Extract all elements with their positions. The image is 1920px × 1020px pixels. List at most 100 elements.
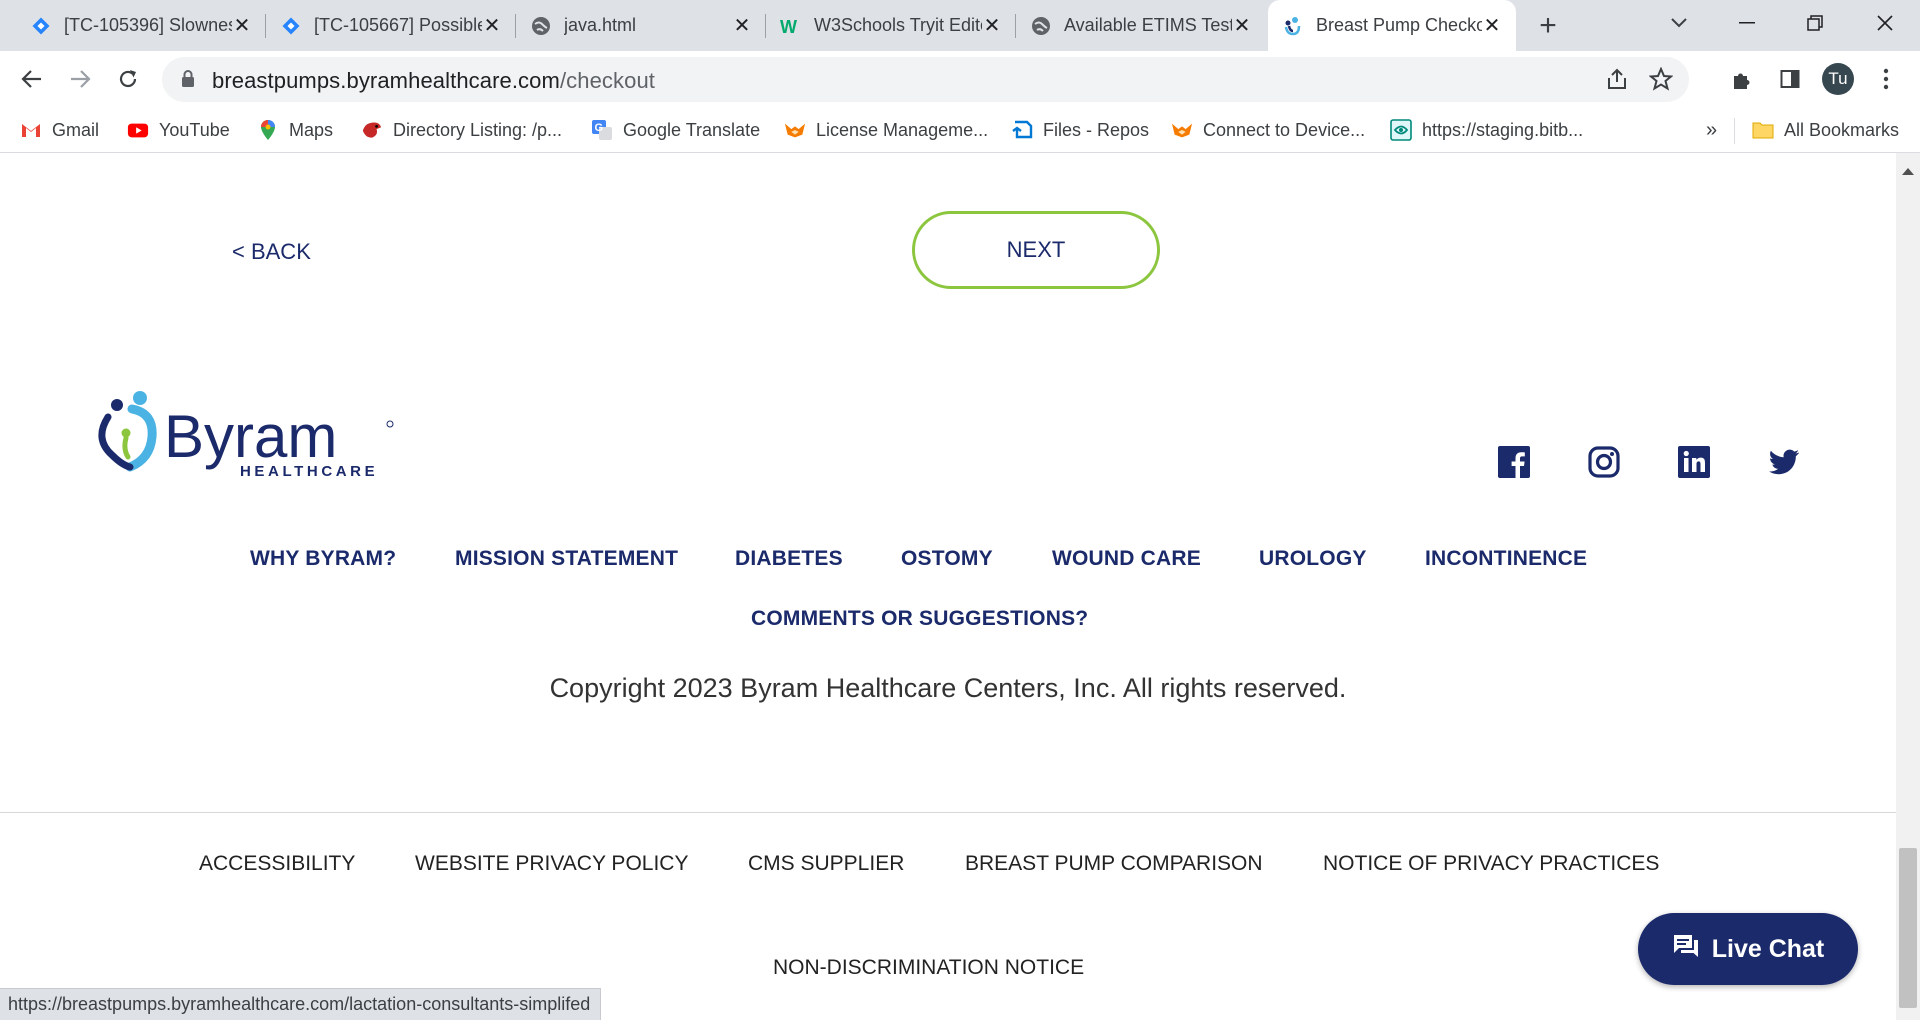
- close-tab-icon[interactable]: ✕: [732, 13, 752, 38]
- tab-breast-pump-checkout[interactable]: Breast Pump Checkout ✕: [1268, 0, 1516, 51]
- facebook-icon[interactable]: [1498, 446, 1530, 478]
- close-tab-icon[interactable]: ✕: [482, 13, 502, 38]
- page-content: < BACK NEXT Byram HEALTHCARE WHY BYRAM? …: [0, 153, 1896, 1020]
- legal-link-notice-of-privacy-practices[interactable]: NOTICE OF PRIVACY PRACTICES: [1323, 852, 1659, 876]
- close-window-icon[interactable]: [1852, 0, 1918, 46]
- tab-search-icon[interactable]: [1646, 0, 1712, 46]
- tab-title: W3Schools Tryit Editor: [814, 15, 982, 35]
- tab-jira-2[interactable]: [TC-105667] Possible ✕: [266, 0, 516, 51]
- restore-icon[interactable]: [1782, 0, 1848, 46]
- bookmark-staging-bitbucket[interactable]: https://staging.bitb...: [1390, 114, 1583, 146]
- url-path: /checkout: [559, 68, 656, 93]
- bookmark-label: Connect to Device...: [1203, 119, 1366, 140]
- bookmark-gmail[interactable]: Gmail: [20, 114, 99, 146]
- minimize-icon[interactable]: [1714, 0, 1780, 46]
- tab-jira-1[interactable]: [TC-105396] Slowness ✕: [16, 0, 266, 51]
- share-icon[interactable]: [1605, 68, 1629, 95]
- legal-link-non-discrimination-notice[interactable]: NON-DISCRIMINATION NOTICE: [773, 956, 1084, 980]
- svg-text:G: G: [595, 122, 604, 134]
- profile-initials: Tu: [1822, 63, 1854, 95]
- bookmark-connect-to-device[interactable]: Connect to Device...: [1171, 114, 1365, 146]
- tab-java-html[interactable]: java.html ✕: [516, 0, 766, 51]
- bookmark-directory-listing[interactable]: Directory Listing: /p...: [361, 114, 562, 146]
- legal-link-breast-pump-comparison[interactable]: BREAST PUMP COMPARISON: [965, 852, 1263, 876]
- menu-kebab-icon[interactable]: [1868, 61, 1904, 97]
- close-tab-icon[interactable]: ✕: [1232, 13, 1252, 38]
- bookmark-google-translate[interactable]: G Google Translate: [591, 114, 760, 146]
- logo-subtitle: HEALTHCARE: [240, 463, 378, 479]
- bookmark-label: Directory Listing: /p...: [393, 119, 563, 140]
- forward-arrow-icon[interactable]: [62, 61, 98, 97]
- all-bookmarks-button[interactable]: All Bookmarks: [1752, 114, 1899, 146]
- close-tab-icon[interactable]: ✕: [1482, 13, 1502, 38]
- page-scrollbar[interactable]: [1896, 153, 1920, 1020]
- profile-avatar[interactable]: Tu: [1820, 61, 1856, 97]
- extensions-icon[interactable]: [1724, 61, 1760, 97]
- url-domain: breastpumps.byramhealthcare.com: [212, 68, 560, 93]
- footer-link-incontinence[interactable]: INCONTINENCE: [1425, 547, 1587, 571]
- live-chat-button[interactable]: Live Chat: [1638, 913, 1858, 985]
- tab-title: java.html: [564, 15, 637, 35]
- byram-icon: [1282, 15, 1304, 37]
- status-bar-url: https://breastpumps.byramhealthcare.com/…: [0, 988, 602, 1020]
- lock-icon[interactable]: [180, 69, 196, 94]
- live-chat-label: Live Chat: [1711, 934, 1825, 963]
- footer-link-diabetes[interactable]: DIABETES: [735, 547, 843, 571]
- address-bar[interactable]: breastpumps.byramhealthcare.com/checkout: [162, 57, 1689, 102]
- bookmark-youtube[interactable]: YouTube: [127, 114, 230, 146]
- byram-healthcare-logo[interactable]: Byram HEALTHCARE: [92, 389, 402, 480]
- scrollbar-thumb[interactable]: [1899, 848, 1917, 1008]
- linkedin-icon[interactable]: [1678, 446, 1710, 478]
- scroll-up-arrow-icon[interactable]: [1902, 162, 1914, 180]
- azure-repos-icon: [1011, 119, 1033, 141]
- bookmarks-overflow-button[interactable]: »: [1706, 114, 1717, 146]
- bookmark-label: YouTube: [159, 119, 230, 140]
- bookmark-label: Maps: [289, 119, 334, 140]
- bookmark-files-repos[interactable]: Files - Repos: [1011, 114, 1149, 146]
- jira-icon: [280, 15, 302, 37]
- bookmarks-bar: Gmail YouTube Maps Directory Listing: /p…: [0, 108, 1920, 153]
- twitter-icon[interactable]: [1768, 446, 1800, 478]
- next-button[interactable]: NEXT: [912, 211, 1160, 289]
- footer-link-mission-statement[interactable]: MISSION STATEMENT: [455, 547, 678, 571]
- bookmark-license-management[interactable]: License Manageme...: [784, 114, 988, 146]
- bitbucket-icon: [1390, 119, 1412, 141]
- globe-icon: [1030, 15, 1052, 37]
- reload-icon[interactable]: [110, 61, 146, 97]
- legal-link-accessibility[interactable]: ACCESSIBILITY: [199, 852, 355, 876]
- back-button[interactable]: < BACK: [232, 239, 311, 265]
- instagram-icon[interactable]: [1588, 446, 1620, 478]
- bookmark-label: All Bookmarks: [1784, 119, 1900, 140]
- bookmark-label: Gmail: [52, 119, 100, 140]
- footer-link-comments-suggestions[interactable]: COMMENTS OR SUGGESTIONS?: [751, 607, 1088, 631]
- bookmark-label: https://staging.bitb...: [1422, 119, 1584, 140]
- folder-icon: [1752, 119, 1774, 141]
- logo-wordmark: Byram: [164, 403, 337, 470]
- footer-link-why-byram[interactable]: WHY BYRAM?: [250, 547, 396, 571]
- globe-icon: [530, 15, 552, 37]
- legal-link-cms-supplier[interactable]: CMS SUPPLIER: [748, 852, 904, 876]
- gmail-icon: [20, 119, 42, 141]
- bookmark-label: Google Translate: [623, 119, 761, 140]
- youtube-icon: [127, 119, 149, 141]
- bookmark-label: Files - Repos: [1043, 119, 1150, 140]
- fox-icon: [784, 119, 806, 141]
- bookmark-label: License Manageme...: [816, 119, 989, 140]
- footer-link-urology[interactable]: UROLOGY: [1259, 547, 1367, 571]
- footer-link-wound-care[interactable]: WOUND CARE: [1052, 547, 1201, 571]
- bookmark-maps[interactable]: Maps: [257, 114, 333, 146]
- close-tab-icon[interactable]: ✕: [982, 13, 1002, 38]
- fox-icon: [1171, 119, 1193, 141]
- tab-etims[interactable]: Available ETIMS Test ✕: [1016, 0, 1266, 51]
- footer-divider: [0, 812, 1896, 813]
- side-panel-icon[interactable]: [1772, 61, 1808, 97]
- legal-link-website-privacy-policy[interactable]: WEBSITE PRIVACY POLICY: [415, 852, 688, 876]
- back-arrow-icon[interactable]: [14, 61, 50, 97]
- tab-w3schools[interactable]: W W3Schools Tryit Editor ✕: [766, 0, 1016, 51]
- footer-link-ostomy[interactable]: OSTOMY: [901, 547, 993, 571]
- close-tab-icon[interactable]: ✕: [232, 13, 252, 38]
- bookmark-star-icon[interactable]: [1648, 66, 1674, 96]
- browser-toolbar: breastpumps.byramhealthcare.com/checkout…: [0, 51, 1920, 108]
- new-tab-button[interactable]: +: [1530, 8, 1566, 44]
- tab-title: [TC-105396] Slowness: [64, 15, 232, 35]
